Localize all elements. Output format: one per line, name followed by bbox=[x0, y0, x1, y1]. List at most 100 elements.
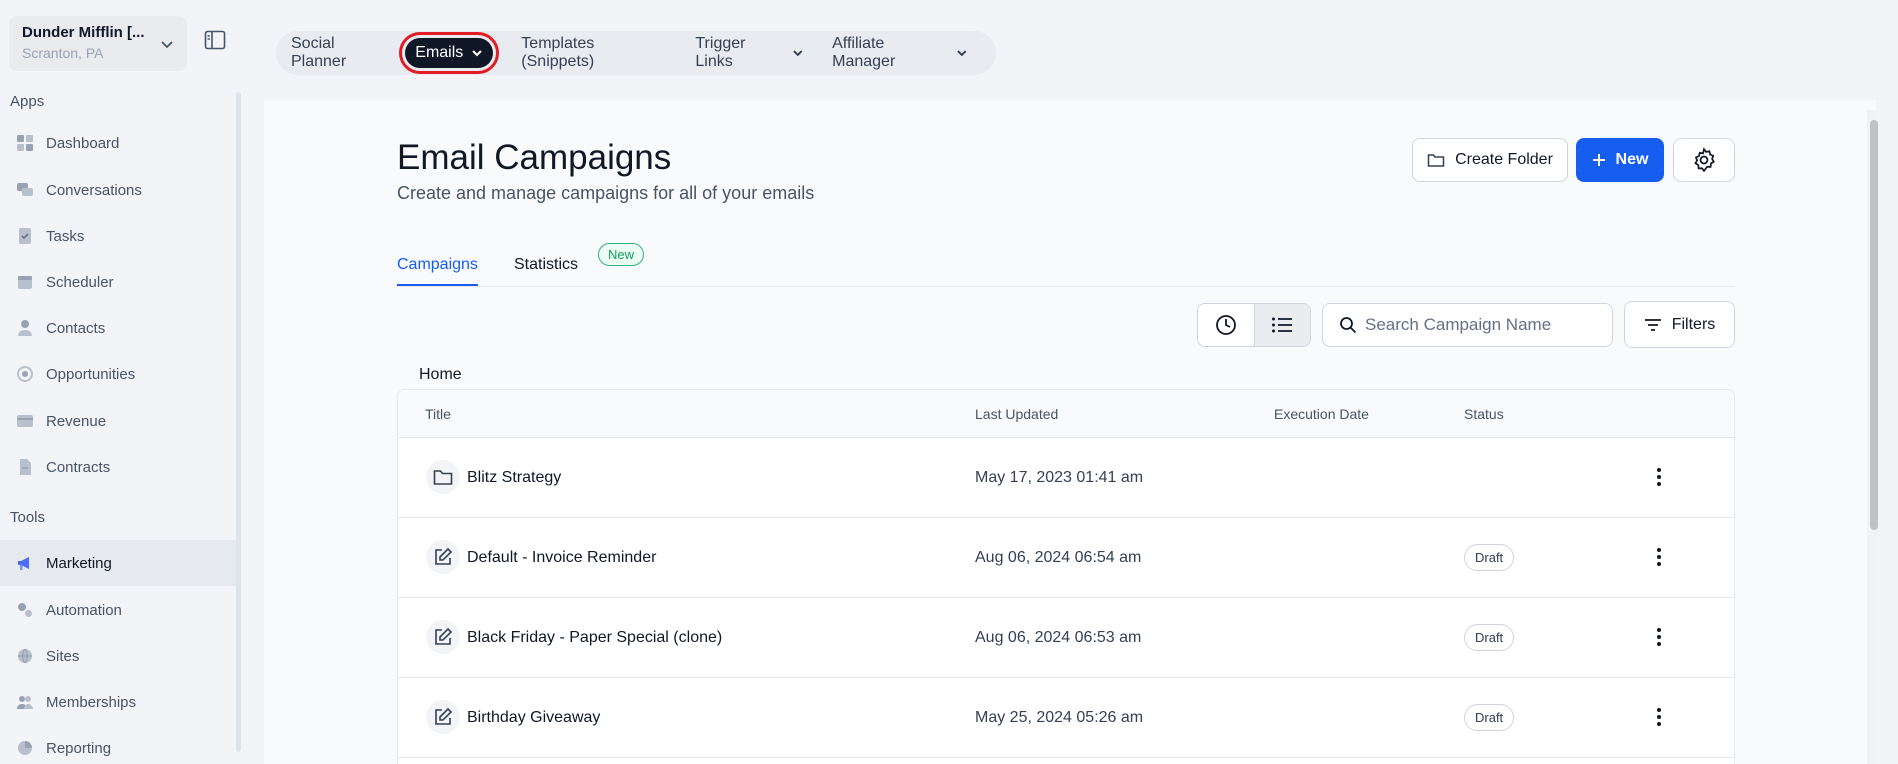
header-title[interactable]: Title bbox=[425, 406, 451, 422]
more-vertical-icon[interactable] bbox=[1656, 706, 1662, 728]
sidebar-item-contacts[interactable]: Contacts bbox=[0, 305, 236, 351]
list-icon bbox=[1272, 317, 1293, 333]
sidebar-item-label: Reporting bbox=[46, 739, 112, 757]
tab-label: Emails bbox=[415, 44, 464, 61]
sidebar-item-conversations[interactable]: Conversations bbox=[0, 167, 236, 213]
chevron-down-icon bbox=[957, 50, 967, 57]
page-subtitle: Create and manage campaigns for all of y… bbox=[397, 183, 815, 203]
tab-campaigns[interactable]: Campaigns bbox=[397, 256, 478, 286]
top-nav: Social Planner Emails Templates (Snippet… bbox=[276, 31, 996, 75]
sidebar-item-dashboard[interactable]: Dashboard bbox=[0, 120, 236, 166]
tabs-divider bbox=[397, 286, 1735, 287]
sidebar-item-revenue[interactable]: Revenue bbox=[0, 398, 236, 444]
tab-label: Social Planner bbox=[291, 35, 347, 70]
tab-trigger-links[interactable]: Trigger Links bbox=[695, 35, 804, 71]
tab-affiliate-manager[interactable]: Affiliate Manager bbox=[832, 35, 968, 71]
filters-label: Filters bbox=[1671, 315, 1716, 333]
tab-social-planner[interactable]: Social Planner bbox=[291, 35, 391, 71]
table-row[interactable]: Default - Invoice Reminder Aug 06, 2024 … bbox=[398, 518, 1734, 598]
filters-button[interactable]: Filters bbox=[1624, 301, 1735, 348]
main-scrollbar-thumb[interactable] bbox=[1870, 120, 1878, 530]
sidebar-item-label: Conversations bbox=[46, 181, 142, 199]
globe-icon bbox=[18, 648, 32, 664]
sidebar: Dunder Mifflin [... Scranton, PA Apps Da… bbox=[0, 0, 242, 764]
sidebar-item-memberships[interactable]: Memberships bbox=[0, 679, 236, 725]
target-icon bbox=[17, 366, 33, 382]
sidebar-item-label: Scheduler bbox=[46, 273, 114, 291]
table-header: Title Last Updated Execution Date Status bbox=[398, 390, 1734, 438]
list-view-button[interactable] bbox=[1253, 304, 1310, 346]
card-icon bbox=[17, 415, 33, 427]
search-box bbox=[1322, 303, 1613, 347]
tools-section-label: Tools bbox=[10, 509, 46, 526]
account-switcher[interactable]: Dunder Mifflin [... Scranton, PA bbox=[9, 16, 187, 71]
campaign-last-updated: Aug 06, 2024 06:53 am bbox=[975, 629, 1142, 646]
create-folder-label: Create Folder bbox=[1455, 151, 1553, 168]
status-badge: Draft bbox=[1464, 544, 1515, 571]
breadcrumb[interactable]: Home bbox=[419, 366, 462, 384]
table-row[interactable]: Black Friday - Paper Special (clone) Aug… bbox=[398, 598, 1734, 678]
people-icon bbox=[17, 696, 33, 709]
sidebar-item-marketing[interactable]: Marketing bbox=[0, 540, 236, 586]
campaign-title[interactable]: Black Friday - Paper Special (clone) bbox=[467, 629, 722, 647]
edit-icon bbox=[426, 620, 460, 654]
table-row[interactable]: Birthday Giveaway May 25, 2024 05:26 am … bbox=[398, 678, 1734, 758]
view-toggle bbox=[1197, 303, 1311, 347]
tasks-icon bbox=[19, 228, 31, 244]
campaign-title[interactable]: Birthday Giveaway bbox=[467, 709, 600, 727]
campaign-last-updated: Aug 06, 2024 06:54 am bbox=[975, 549, 1142, 566]
pie-icon bbox=[18, 741, 32, 755]
campaigns-table: Title Last Updated Execution Date Status… bbox=[397, 389, 1735, 764]
plus-icon bbox=[1592, 154, 1605, 166]
sidebar-item-label: Revenue bbox=[46, 412, 107, 430]
tab-label: Templates (Snippets) bbox=[521, 35, 595, 70]
more-vertical-icon[interactable] bbox=[1656, 466, 1662, 488]
recent-view-button[interactable] bbox=[1198, 304, 1254, 346]
campaign-title[interactable]: Blitz Strategy bbox=[467, 469, 561, 487]
create-folder-button[interactable]: Create Folder bbox=[1412, 138, 1568, 182]
new-button[interactable]: New bbox=[1576, 138, 1664, 182]
sidebar-item-automation[interactable]: Automation bbox=[0, 587, 236, 633]
campaign-last-updated: May 17, 2023 01:41 am bbox=[975, 469, 1144, 486]
sidebar-item-label: Dashboard bbox=[46, 134, 120, 152]
tab-emails[interactable]: Emails bbox=[399, 32, 500, 74]
sidebar-collapse-icon[interactable] bbox=[204, 30, 226, 50]
sidebar-item-label: Automation bbox=[46, 601, 122, 619]
edit-icon bbox=[426, 700, 460, 734]
sidebar-item-scheduler[interactable]: Scheduler bbox=[0, 259, 236, 305]
document-icon bbox=[20, 459, 31, 475]
sidebar-item-reporting[interactable]: Reporting bbox=[0, 725, 236, 764]
person-icon bbox=[18, 320, 32, 336]
sidebar-item-label: Marketing bbox=[46, 554, 112, 572]
folder-icon bbox=[426, 460, 460, 494]
edit-icon bbox=[426, 540, 460, 574]
calendar-icon bbox=[18, 276, 32, 289]
sidebar-item-tasks[interactable]: Tasks bbox=[0, 213, 236, 259]
new-badge: New bbox=[598, 243, 645, 266]
more-vertical-icon[interactable] bbox=[1656, 626, 1662, 648]
header-execution-date[interactable]: Execution Date bbox=[1274, 406, 1369, 422]
filter-icon bbox=[1644, 318, 1661, 331]
clock-icon bbox=[1215, 315, 1236, 335]
sidebar-item-label: Contracts bbox=[46, 458, 111, 476]
header-status[interactable]: Status bbox=[1464, 406, 1504, 422]
sidebar-item-label: Memberships bbox=[46, 693, 137, 711]
sidebar-scrollbar[interactable] bbox=[236, 92, 241, 752]
more-vertical-icon[interactable] bbox=[1656, 546, 1662, 568]
sidebar-item-label: Contacts bbox=[46, 319, 106, 337]
search-input[interactable] bbox=[1365, 315, 1605, 335]
sidebar-item-opportunities[interactable]: Opportunities bbox=[0, 351, 236, 397]
header-last-updated[interactable]: Last Updated bbox=[975, 406, 1058, 422]
settings-button[interactable] bbox=[1673, 138, 1735, 182]
tab-label: Affiliate Manager bbox=[832, 35, 896, 70]
tab-label: Trigger Links bbox=[695, 35, 746, 70]
sidebar-item-contracts[interactable]: Contracts bbox=[0, 444, 236, 490]
table-row[interactable]: Blitz Strategy May 17, 2023 01:41 am bbox=[398, 438, 1734, 518]
status-badge: Draft bbox=[1464, 704, 1515, 731]
tab-statistics[interactable]: Statistics bbox=[514, 256, 578, 274]
campaign-title[interactable]: Default - Invoice Reminder bbox=[467, 549, 656, 567]
chevron-down-icon bbox=[472, 50, 483, 57]
sidebar-item-sites[interactable]: Sites bbox=[0, 633, 236, 679]
tab-templates-snippets[interactable]: Templates (Snippets) bbox=[521, 35, 667, 71]
gear-icon bbox=[1694, 147, 1715, 173]
